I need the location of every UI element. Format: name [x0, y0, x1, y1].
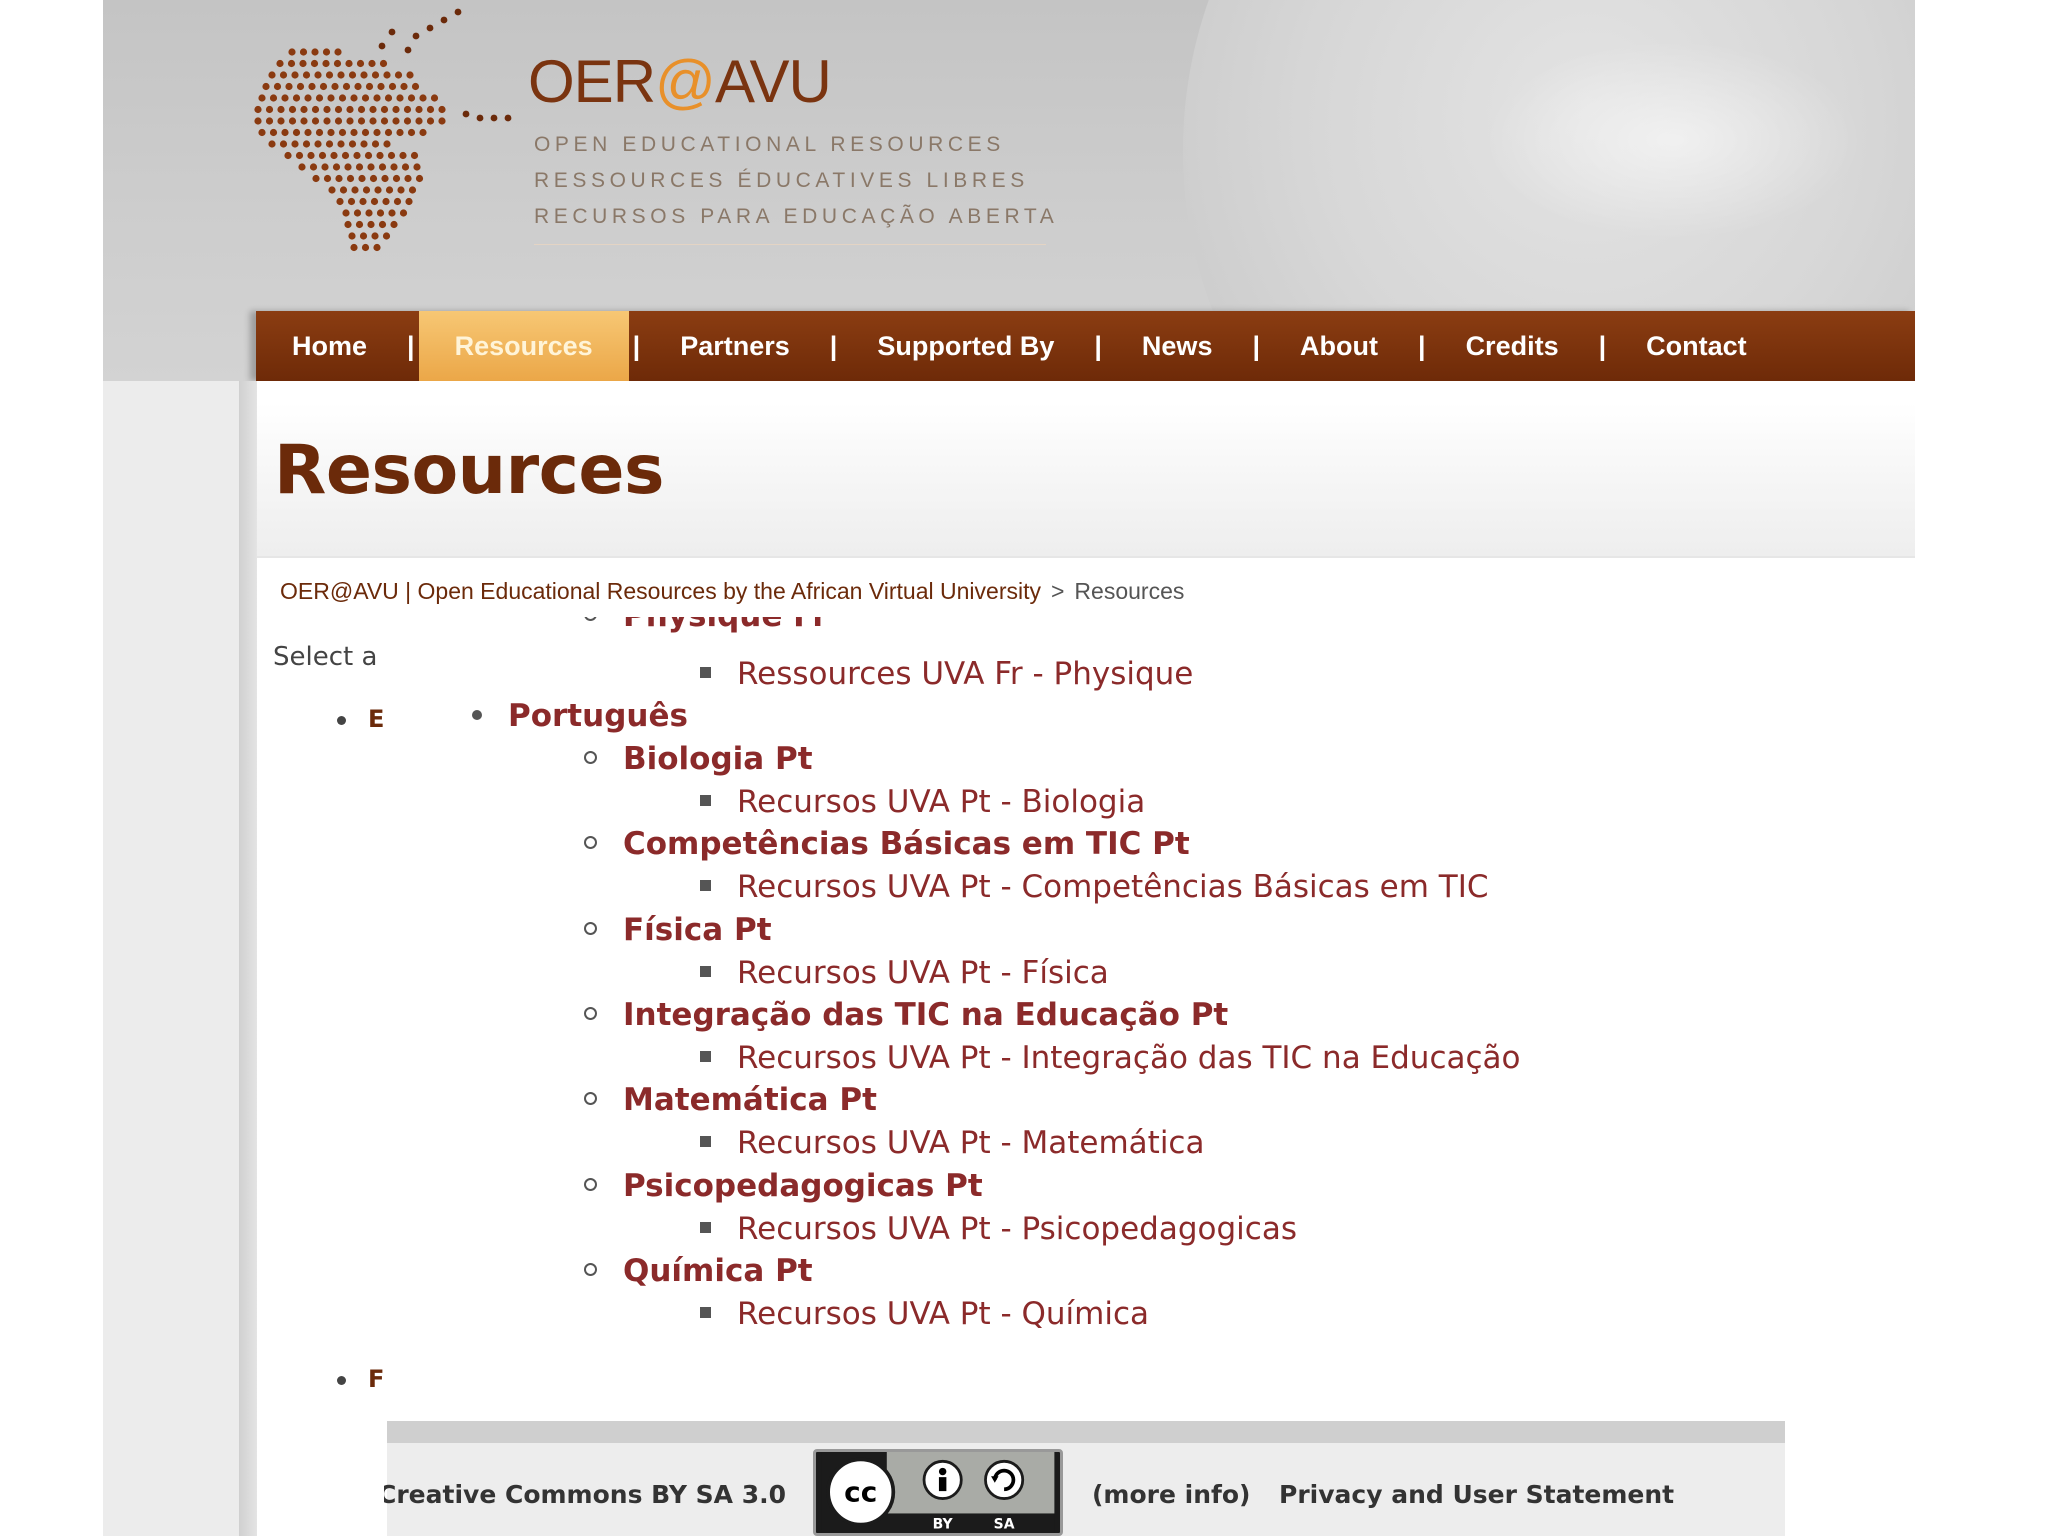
square-bullet-icon	[700, 1136, 711, 1148]
nav-contact[interactable]: Contact	[1610, 311, 1783, 381]
page-title: Resources	[274, 431, 665, 510]
square-bullet-icon	[700, 965, 711, 977]
tagline-portuguese: RECURSOS PARA EDUCAÇÃO ABERTA	[534, 205, 1059, 228]
tagline-divider	[534, 244, 1046, 245]
collapsed-category-label: F	[368, 1365, 385, 1393]
tree-resource-link[interactable]: Recursos UVA Pt - Biologia	[700, 787, 1145, 818]
africa-dots-logo-icon[interactable]	[252, 6, 522, 258]
circle-bullet-icon	[584, 1006, 597, 1020]
nav-separator: |	[1094, 330, 1102, 361]
nav-about[interactable]: About	[1264, 311, 1414, 381]
tree-subject-label: Física Pt	[623, 911, 772, 948]
nav-separator: |	[1418, 330, 1426, 361]
collapsed-category-label: E	[368, 705, 385, 733]
tree-resource-label: Recursos UVA Pt - Integração das TIC na …	[737, 1039, 1521, 1076]
tree-resource-link[interactable]: Recursos UVA Pt - Psicopedagogicas	[700, 1210, 1297, 1247]
creative-commons-badge-icon[interactable]: cc BY SA	[813, 1449, 1063, 1536]
tree-subject-item[interactable]: Physique Fr	[584, 617, 828, 645]
tree-resource-link[interactable]: Recursos UVA Pt - Química	[700, 1295, 1150, 1332]
nav-partners[interactable]: Partners	[644, 311, 826, 381]
left-gutter	[103, 381, 239, 1536]
square-bullet-icon	[700, 667, 711, 678]
nav-news[interactable]: News	[1106, 311, 1249, 381]
breadcrumb: OER@AVU | Open Educational Resources by …	[280, 578, 1184, 605]
tree-subject-label: Competências Básicas em TIC Pt	[623, 826, 1190, 863]
tree-resource-link[interactable]: Recursos UVA Pt - Física	[700, 954, 1109, 991]
tree-subject-label: Integração das TIC na Educação Pt	[623, 996, 1229, 1033]
tree-subject-label: Matemática Pt	[623, 1082, 877, 1119]
square-bullet-icon	[700, 1306, 711, 1318]
license-text[interactable]: Creative Commons BY SA 3.0	[384, 1480, 786, 1509]
tree-resource-label: Recursos UVA Pt - Física	[737, 954, 1109, 991]
tree-subject-label: Physique Fr	[623, 617, 828, 634]
nav-credits[interactable]: Credits	[1430, 311, 1595, 381]
tree-resource-label: Recursos UVA Pt - Psicopedagogicas	[737, 1210, 1297, 1247]
more-info-link[interactable]: (more info)	[1092, 1480, 1250, 1509]
footer-top-bar	[387, 1421, 1785, 1443]
tree-subject-item[interactable]: Competências Básicas em TIC Pt	[584, 829, 1190, 860]
tree-resource-link[interactable]: Recursos UVA Pt - Integração das TIC na …	[700, 1039, 1521, 1076]
nav-separator: |	[829, 330, 838, 361]
bullet-icon	[337, 715, 346, 725]
nav-separator: |	[1252, 330, 1261, 361]
tree-resource-label: Recursos UVA Pt - Química	[737, 1295, 1150, 1332]
breadcrumb-separator: >	[1050, 578, 1065, 604]
tree-subject-item[interactable]: Química Pt	[584, 1252, 813, 1289]
tree-subject-item[interactable]: Psicopedagogicas Pt	[584, 1167, 983, 1204]
circle-bullet-icon	[584, 1262, 597, 1276]
tree-subject-label: Psicopedagogicas Pt	[623, 1167, 983, 1204]
collapsed-category-f[interactable]: F	[337, 1365, 384, 1393]
tree-language-item[interactable]: Português	[472, 701, 688, 732]
circle-bullet-icon	[584, 921, 597, 935]
tree-subject-item[interactable]: Física Pt	[584, 911, 772, 948]
tree-resource-link[interactable]: Recursos UVA Pt - Competências Básicas e…	[700, 872, 1489, 903]
nav-separator: |	[632, 330, 641, 361]
cc-glyph: cc	[844, 1475, 877, 1508]
circle-bullet-icon	[584, 751, 597, 764]
bullet-icon	[337, 1375, 346, 1385]
tree-subject-label: Química Pt	[623, 1252, 813, 1289]
tree-subject-label: Biologia Pt	[623, 741, 813, 777]
tree-resource-label: Ressources UVA Fr - Physique	[737, 656, 1194, 692]
square-bullet-icon	[700, 880, 711, 892]
nav-resources[interactable]: Resources	[418, 311, 629, 381]
tree-subject-item[interactable]: Biologia Pt	[584, 744, 813, 775]
disc-bullet-icon	[472, 709, 482, 720]
cc-by-label: BY	[933, 1516, 954, 1532]
nav-separator: |	[1598, 330, 1607, 361]
tree-resource-link[interactable]: Recursos UVA Pt - Matemática	[700, 1128, 1204, 1159]
privacy-statement-link[interactable]: Privacy and User Statement	[1279, 1480, 1674, 1509]
tagline-english: OPEN EDUCATIONAL RESOURCES	[534, 133, 1005, 156]
tree-language-label: Português	[508, 698, 688, 734]
tree-resource-label: Recursos UVA Pt - Competências Básicas e…	[737, 869, 1489, 906]
globe-landmass	[1483, 40, 1863, 240]
breadcrumb-root-link[interactable]: OER@AVU | Open Educational Resources by …	[280, 578, 1041, 604]
circle-bullet-icon	[584, 1177, 597, 1191]
tree-subject-item[interactable]: Integração das TIC na Educação Pt	[584, 996, 1229, 1033]
content-shadow	[239, 381, 257, 1536]
square-bullet-icon	[700, 1221, 711, 1233]
circle-bullet-icon	[584, 1092, 597, 1106]
square-bullet-icon	[700, 795, 711, 806]
breadcrumb-current: Resources	[1074, 578, 1185, 604]
select-prompt-text: Select a	[273, 642, 378, 672]
nav-separator: |	[407, 330, 415, 361]
nav-home[interactable]: Home	[256, 311, 403, 381]
tree-resource-label: Recursos UVA Pt - Matemática	[737, 1125, 1205, 1162]
circle-bullet-icon	[584, 836, 597, 850]
main-nav: Home | Resources | Partners | Supported …	[256, 311, 1915, 381]
square-bullet-icon	[700, 1050, 711, 1062]
circle-bullet-icon	[584, 617, 597, 621]
cc-sa-label: SA	[994, 1516, 1015, 1532]
tree-resource-link[interactable]: Ressources UVA Fr - Physique	[700, 659, 1193, 690]
tree-subject-item[interactable]: Matemática Pt	[584, 1085, 877, 1116]
logo-title[interactable]: OER@AVU	[528, 52, 832, 112]
nav-supported-by[interactable]: Supported By	[841, 311, 1090, 381]
tagline-french: RESSOURCES ÉDUCATIVES LIBRES	[534, 169, 1029, 192]
tree-resource-label: Recursos UVA Pt - Biologia	[737, 784, 1146, 820]
collapsed-category-e[interactable]: E	[337, 705, 384, 733]
